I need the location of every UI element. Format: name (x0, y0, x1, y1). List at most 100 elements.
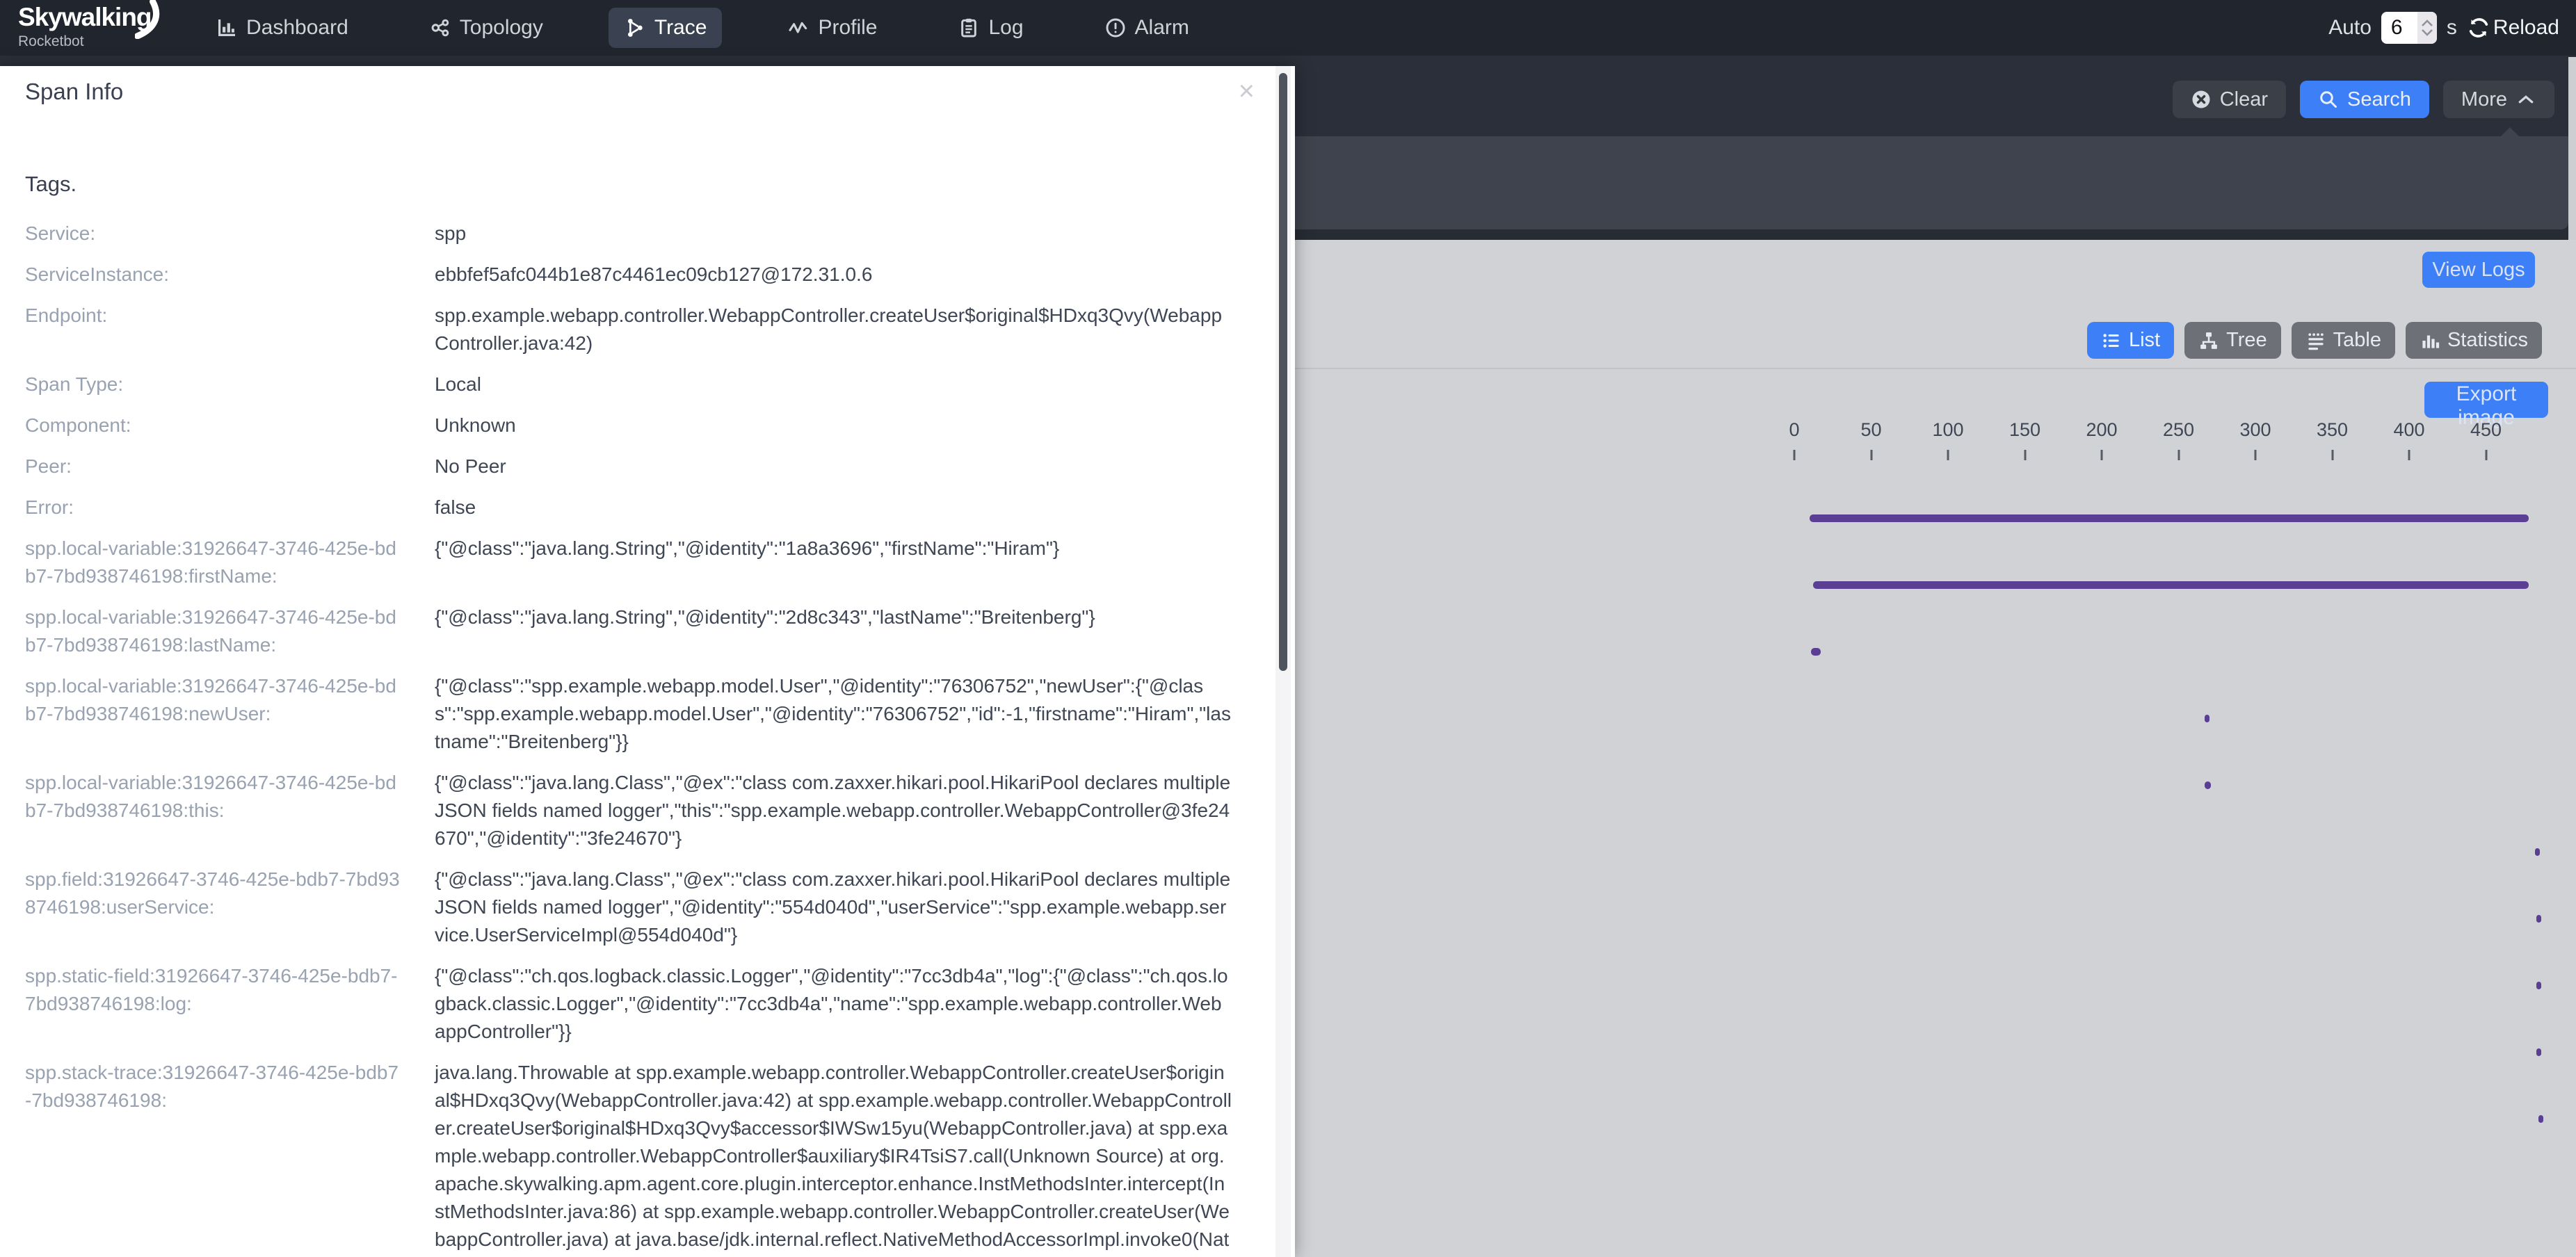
brand: Skywalking Rocketbot (18, 4, 152, 49)
tag-field-value: spp (435, 220, 1232, 248)
reload-icon (2467, 16, 2490, 40)
export-image-button[interactable]: Export image (2424, 382, 2548, 418)
tag-field-value: java.lang.Throwable at spp.example.webap… (435, 1059, 1232, 1257)
tag-field-value: {"@class":"spp.example.webapp.model.User… (435, 672, 1232, 756)
tag-field-row: spp.static-field:31926647-3746-425e-bdb7… (25, 962, 1232, 1046)
top-nav: Skywalking Rocketbot Dashboard Topology Tr… (0, 0, 2576, 56)
trace-span-bar[interactable] (2205, 715, 2209, 722)
axis-tick-mark (2485, 450, 2487, 460)
trace-span-bar[interactable] (2205, 781, 2211, 789)
trace-span-bar[interactable] (1811, 648, 1820, 656)
axis-tick-label: 200 (2086, 419, 2117, 441)
close-icon[interactable]: × (1239, 77, 1255, 105)
auto-interval-stepper[interactable] (2417, 12, 2437, 44)
tag-field-label: spp.static-field:31926647-3746-425e-bdb7… (25, 962, 401, 1046)
span-info-modal: Span Info × Tags. Service: spp ServiceInst… (0, 66, 1295, 1257)
nav-item-label: Profile (818, 16, 877, 40)
tag-field-row: ServiceInstance:ebbfef5afc044b1e87c4461e… (25, 261, 1232, 289)
reload-button[interactable]: Reload (2467, 16, 2559, 40)
auto-interval-input[interactable]: 6 (2381, 12, 2437, 44)
nav-item-log[interactable]: Log (942, 8, 1038, 48)
tag-field-label: spp.stack-trace:31926647-3746-425e-bdb7-… (25, 1059, 401, 1257)
brand-swoosh-icon (135, 0, 166, 39)
trace-span-bar[interactable] (2536, 982, 2541, 989)
view-button-tree[interactable]: Tree (2184, 322, 2281, 359)
log-icon (958, 17, 980, 39)
trace-span-bar[interactable] (2538, 1115, 2543, 1123)
axis-tick-label: 250 (2163, 419, 2194, 441)
tag-fields: Service: spp ServiceInstance:ebbfef5afc044… (25, 220, 1232, 1257)
topology-icon (429, 17, 451, 39)
axis-tick-label: 450 (2470, 419, 2502, 441)
view-button-table[interactable]: Table (2292, 322, 2395, 359)
tag-field-value: Unknown (435, 412, 1232, 439)
stats-icon (2420, 330, 2440, 351)
page-scrollbar[interactable] (2568, 57, 2576, 240)
brand-subtitle: Rocketbot (18, 34, 152, 49)
nav-item-label: Alarm (1135, 16, 1189, 40)
tag-field-value: spp.example.webapp.controller.WebappCont… (435, 302, 1232, 357)
tag-field-row: Span Type:Local (25, 371, 1232, 398)
tag-field-row: Endpoint:spp.example.webapp.controller.W… (25, 302, 1232, 357)
view-button-statistics[interactable]: Statistics (2406, 322, 2542, 359)
more-label: More (2461, 88, 2507, 111)
tag-field-row: spp.local-variable:31926647-3746-425e-bd… (25, 535, 1232, 590)
clear-button[interactable]: Clear (2173, 81, 2286, 118)
modal-scrollbar[interactable] (1275, 66, 1291, 1257)
trace-toolbar: Clear Search More (2173, 81, 2554, 118)
axis-tick-mark (1870, 450, 1872, 460)
trace-span-bar[interactable] (1810, 514, 2529, 522)
view-button-label: Statistics (2447, 329, 2528, 352)
tag-field-label: spp.local-variable:31926647-3746-425e-bd… (25, 603, 401, 659)
tag-field-row: spp.stack-trace:31926647-3746-425e-bdb7-… (25, 1059, 1232, 1257)
nav-item-trace[interactable]: Trace (609, 8, 723, 48)
tags-section-title: Tags. (25, 172, 77, 197)
more-button[interactable]: More (2443, 81, 2554, 118)
nav-right-controls: Auto 6 s Reload (2328, 0, 2559, 56)
stepper-down-icon[interactable] (2421, 29, 2433, 37)
nav-item-dashboard[interactable]: Dashboard (200, 8, 364, 48)
tag-field-label: Component: (25, 412, 401, 439)
tag-field-row: spp.local-variable:31926647-3746-425e-bd… (25, 672, 1232, 756)
trace-span-bar[interactable] (2535, 848, 2540, 856)
trace-span-bar[interactable] (1813, 581, 2529, 589)
tag-field-label: spp.local-variable:31926647-3746-425e-bd… (25, 672, 401, 756)
dashboard-icon (216, 17, 238, 39)
trace-span-bar[interactable] (2536, 915, 2541, 923)
axis-tick-mark (2408, 450, 2410, 460)
modal-scrollbar-thumb[interactable] (1279, 73, 1287, 671)
tag-field-label: Span Type: (25, 371, 401, 398)
axis-tick-mark (1947, 450, 1949, 460)
trace-span-bar[interactable] (2536, 1048, 2541, 1056)
axis-tick-label: 0 (1789, 419, 1799, 441)
axis-tick-mark (2331, 450, 2333, 460)
tag-field-value: {"@class":"java.lang.String","@identity"… (435, 535, 1232, 590)
view-logs-button[interactable]: View Logs (2422, 252, 2535, 288)
alarm-icon (1104, 17, 1127, 39)
app-root: Skywalking Rocketbot Dashboard Topology Tr… (0, 0, 2576, 1257)
view-button-label: List (2129, 329, 2160, 352)
chevron-up-icon (2515, 89, 2536, 110)
clear-label: Clear (2220, 88, 2268, 111)
nav-item-profile[interactable]: Profile (772, 8, 892, 48)
nav-item-topology[interactable]: Topology (414, 8, 558, 48)
axis-tick-label: 50 (1860, 419, 1881, 441)
view-button-list[interactable]: List (2087, 322, 2174, 359)
stepper-up-icon[interactable] (2421, 19, 2433, 27)
tag-field-row: Component: Unknown (25, 412, 1232, 439)
nav-item-alarm[interactable]: Alarm (1089, 8, 1205, 48)
tag-field-value: {"@class":"ch.qos.logback.classic.Logger… (435, 962, 1232, 1046)
nav-menu: Dashboard Topology Trace Profile Log Alarm (200, 0, 1205, 56)
search-button[interactable]: Search (2300, 81, 2429, 118)
tag-field-value: {"@class":"java.lang.Class","@ex":"class… (435, 769, 1232, 852)
auto-unit-label: s (2447, 16, 2457, 40)
auto-label: Auto (2328, 16, 2372, 40)
tag-field-value: {"@class":"java.lang.Class","@ex":"class… (435, 866, 1232, 949)
tag-field-label: Service: (25, 220, 401, 248)
modal-title: Span Info (25, 79, 123, 105)
trace-view-switch: List Tree Table Statistics (2087, 322, 2542, 359)
tag-field-row: Peer:No Peer (25, 453, 1232, 480)
axis-tick-label: 100 (1932, 419, 1963, 441)
tag-field-value: {"@class":"java.lang.String","@identity"… (435, 603, 1232, 659)
tag-field-label: ServiceInstance: (25, 261, 401, 289)
